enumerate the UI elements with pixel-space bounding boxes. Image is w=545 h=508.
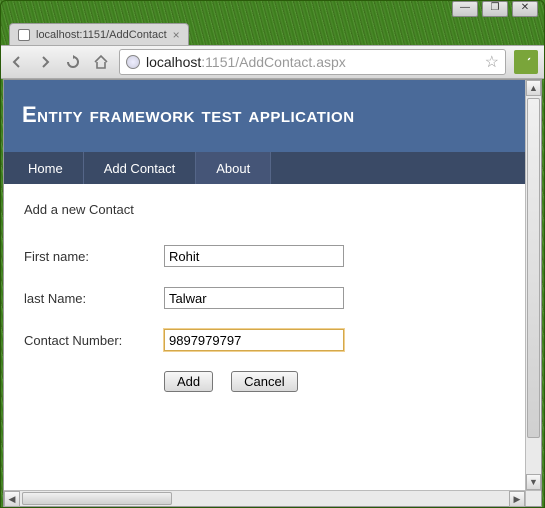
url-path: :1151/AddContact.aspx	[201, 54, 346, 70]
form-section: Add a new Contact First name: last Name:…	[4, 184, 525, 410]
vscroll-thumb[interactable]	[527, 98, 540, 438]
scroll-down-icon[interactable]: ▼	[526, 474, 541, 490]
label-last-name: last Name:	[24, 291, 164, 306]
scroll-left-icon[interactable]: ◀	[4, 491, 20, 507]
scroll-up-icon[interactable]: ▲	[526, 80, 541, 96]
add-button[interactable]: Add	[164, 371, 213, 392]
form-buttons: Add Cancel	[164, 371, 505, 392]
input-first-name[interactable]	[164, 245, 344, 267]
input-last-name[interactable]	[164, 287, 344, 309]
browser-tab[interactable]: localhost:1151/AddContact ×	[9, 23, 189, 45]
browser-toolbar: localhost:1151/AddContact.aspx ☆	[1, 45, 544, 79]
nav-about[interactable]: About	[196, 152, 271, 184]
input-contact-number[interactable]	[164, 329, 344, 351]
main-nav: Home Add Contact About	[4, 152, 525, 184]
page-title: Entity framework test application	[22, 102, 507, 128]
row-first-name: First name:	[24, 245, 505, 267]
reload-button[interactable]	[63, 52, 83, 72]
scroll-right-icon[interactable]: ▶	[509, 491, 525, 507]
nav-add-contact[interactable]: Add Contact	[84, 152, 197, 184]
page-content: Entity framework test application Home A…	[4, 80, 525, 490]
tab-close-icon[interactable]: ×	[173, 28, 180, 42]
cancel-button[interactable]: Cancel	[231, 371, 297, 392]
home-button[interactable]	[91, 52, 111, 72]
browser-window: — ❐ ✕ localhost:1151/AddContact × localh…	[0, 0, 545, 508]
url-host: localhost	[146, 54, 201, 70]
scroll-corner	[525, 490, 541, 506]
globe-icon	[126, 55, 140, 69]
bookmark-star-icon[interactable]: ☆	[485, 52, 499, 72]
tab-strip: localhost:1151/AddContact ×	[1, 19, 544, 45]
form-subtitle: Add a new Contact	[24, 202, 505, 217]
forward-button[interactable]	[35, 52, 55, 72]
vertical-scrollbar[interactable]: ▲ ▼	[525, 80, 541, 490]
page-viewport: Entity framework test application Home A…	[3, 79, 542, 507]
hscroll-thumb[interactable]	[22, 492, 172, 505]
window-titlebar: — ❐ ✕	[1, 1, 544, 19]
maximize-button[interactable]: ❐	[482, 1, 508, 17]
favicon-icon	[18, 29, 30, 41]
label-first-name: First name:	[24, 249, 164, 264]
minimize-button[interactable]: —	[452, 1, 478, 17]
row-contact-number: Contact Number:	[24, 329, 505, 351]
settings-wrench-icon[interactable]	[514, 50, 538, 74]
window-close-button[interactable]: ✕	[512, 1, 538, 17]
tab-title: localhost:1151/AddContact	[36, 29, 167, 41]
page-header: Entity framework test application	[4, 80, 525, 152]
horizontal-scrollbar[interactable]: ◀ ▶	[4, 490, 525, 506]
nav-home[interactable]: Home	[8, 152, 84, 184]
label-contact-number: Contact Number:	[24, 333, 164, 348]
address-bar[interactable]: localhost:1151/AddContact.aspx ☆	[119, 49, 506, 75]
row-last-name: last Name:	[24, 287, 505, 309]
back-button[interactable]	[7, 52, 27, 72]
